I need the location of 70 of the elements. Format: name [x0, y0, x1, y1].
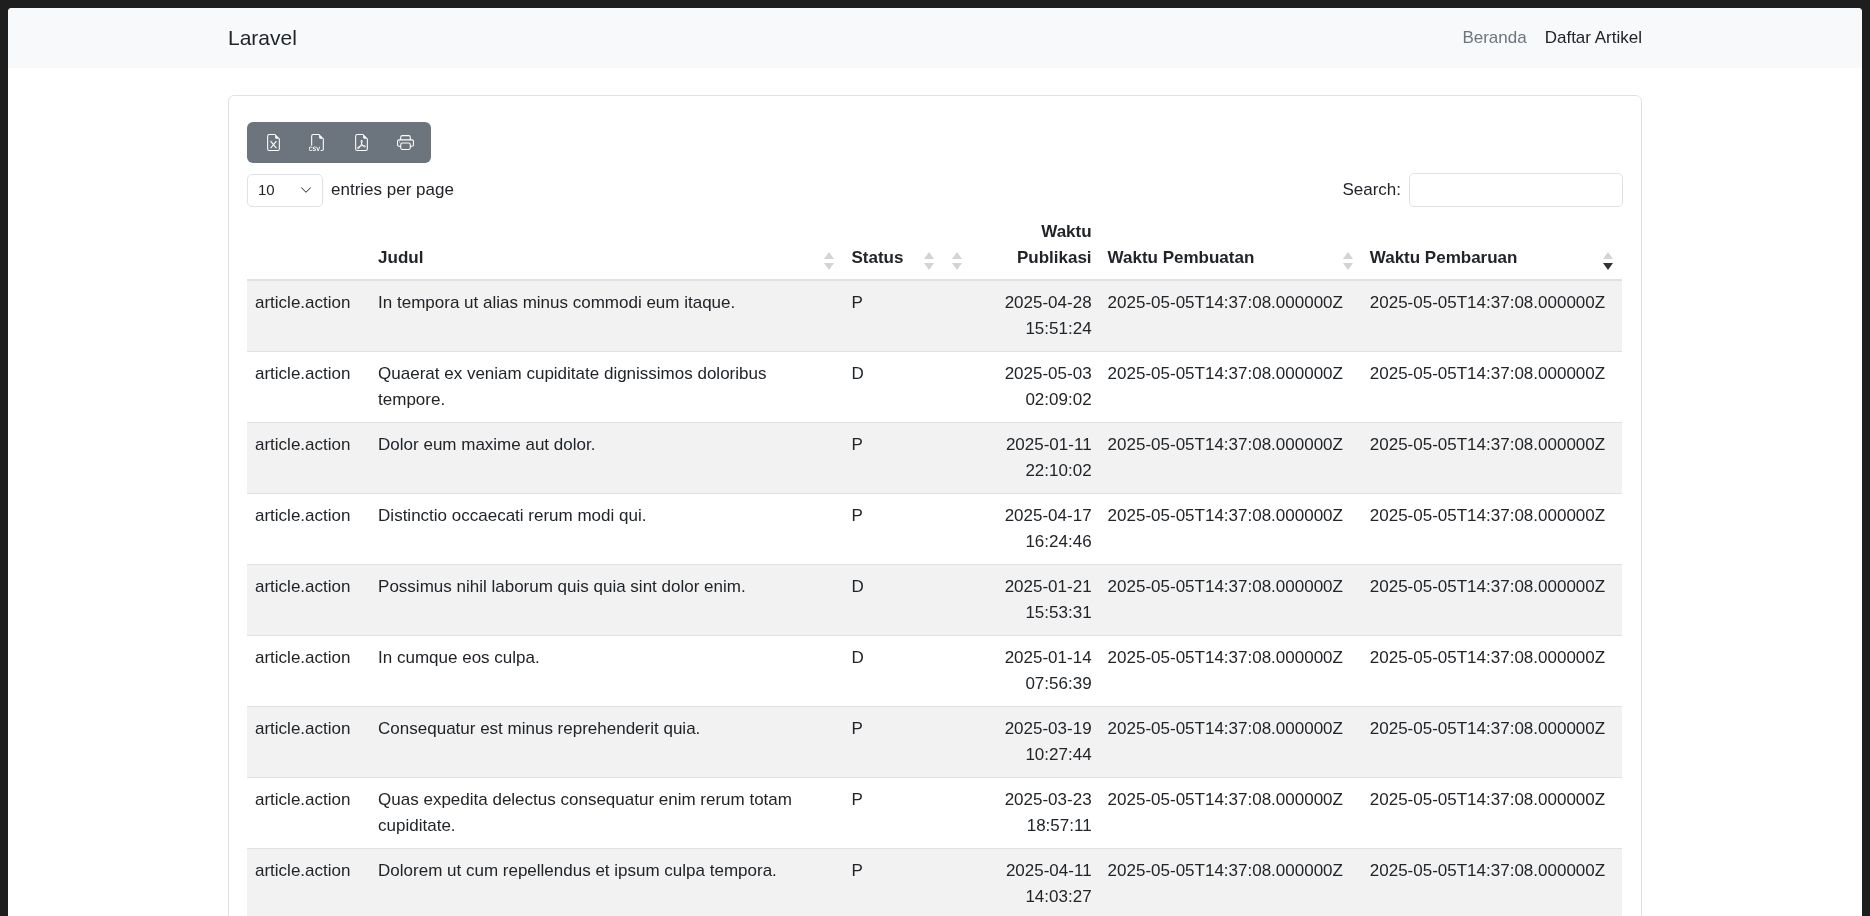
- table-cell: 2025-05-05T14:37:08.000000Z: [1107, 293, 1343, 312]
- page-length-label: entries per page: [331, 179, 454, 202]
- table-cell: 2025-05-05T14:37:08.000000Z: [1369, 861, 1606, 880]
- table-cell: P: [851, 435, 863, 454]
- table-cell: Quas expedita delectus consequatur enim rerum totam cupiditate.: [378, 790, 792, 835]
- table-cell: 2025-05-05T14:37:08.000000Z: [1107, 435, 1343, 454]
- search-field[interactable]: [1409, 173, 1623, 207]
- table-cell: 2025-01-14 07:56:39: [1004, 648, 1092, 693]
- table-cell: P: [851, 790, 863, 809]
- table-cell: D: [851, 364, 864, 383]
- table-cell: 2025-04-17 16:24:46: [1004, 506, 1092, 551]
- search-label: Search:: [1342, 179, 1401, 202]
- file-icon: [352, 134, 370, 151]
- table-cell: Dolor eum maxime aut dolor.: [378, 435, 596, 454]
- table-cell: P: [851, 861, 863, 880]
- table-cell: 2025-03-19 10:27:44: [1004, 719, 1092, 764]
- table-cell: 2025-05-05T14:37:08.000000Z: [1107, 790, 1343, 809]
- action-cell: article.action: [255, 790, 351, 809]
- column-header[interactable]: Waktu Pembuatan: [1107, 245, 1255, 271]
- table-cell: 2025-03-23 18:57:11: [1004, 790, 1092, 835]
- table-cell: 2025-05-05T14:37:08.000000Z: [1369, 648, 1606, 667]
- page-length-select[interactable]: 10: [247, 173, 323, 207]
- table-cell: In tempora ut alias minus commodi eum itaque.: [378, 293, 736, 312]
- table-cell: Quaerat ex veniam cupiditate dignissimos doloribus tempore.: [378, 364, 767, 409]
- table-cell: 2025-05-05T14:37:08.000000Z: [1107, 506, 1343, 525]
- table-cell: 2025-01-11 22:10:02: [1005, 435, 1092, 480]
- table-cell: 2025-04-28 15:51:24: [1004, 293, 1092, 338]
- action-cell: article.action: [255, 506, 351, 525]
- brand-title[interactable]: Laravel: [228, 22, 297, 54]
- table-cell: 2025-05-05T14:37:08.000000Z: [1107, 861, 1343, 880]
- table-cell: P: [851, 719, 863, 738]
- table-cell: Possimus nihil laborum quis quia sint dolor enim.: [378, 577, 746, 596]
- file-icon: [308, 134, 326, 151]
- nav-link[interactable]: Beranda: [1462, 25, 1527, 51]
- table-cell: 2025-05-05T14:37:08.000000Z: [1107, 364, 1343, 383]
- table-cell: 2025-05-05T14:37:08.000000Z: [1369, 577, 1606, 596]
- column-header[interactable]: Judul: [378, 245, 424, 271]
- table-cell: P: [851, 506, 863, 525]
- action-cell: article.action: [255, 648, 351, 667]
- table-cell: 2025-05-03 02:09:02: [1004, 364, 1092, 409]
- table-cell: 2025-04-11 14:03:27: [1005, 861, 1092, 906]
- table-cell: 2025-05-05T14:37:08.000000Z: [1369, 790, 1606, 809]
- column-header[interactable]: Waktu Publikasi: [967, 219, 1092, 271]
- table-cell: Distinctio occaecati rerum modi qui.: [378, 506, 647, 525]
- table-cell: D: [851, 577, 864, 596]
- column-header[interactable]: Waktu Pembaruan: [1369, 245, 1518, 271]
- table-cell: P: [851, 293, 863, 312]
- table-cell: In cumque eos culpa.: [378, 648, 540, 667]
- table-cell: Dolorem ut cum repellendus et ipsum culpa tempora.: [378, 861, 777, 880]
- table-cell: 2025-05-05T14:37:08.000000Z: [1107, 577, 1343, 596]
- action-cell: article.action: [255, 435, 351, 454]
- table-cell: 2025-05-05T14:37:08.000000Z: [1107, 648, 1343, 667]
- printer-icon: [396, 134, 414, 151]
- file-icon: [264, 134, 282, 151]
- column-header[interactable]: Status: [851, 245, 904, 271]
- table-cell: 2025-05-05T14:37:08.000000Z: [1369, 719, 1606, 738]
- table-cell: D: [851, 648, 864, 667]
- table-cell: 2025-05-05T14:37:08.000000Z: [1369, 506, 1606, 525]
- table-cell: 2025-05-05T14:37:08.000000Z: [1369, 293, 1606, 312]
- action-cell: article.action: [255, 577, 351, 596]
- action-cell: article.action: [255, 364, 351, 383]
- action-cell: article.action: [255, 719, 351, 738]
- table-cell: 2025-05-05T14:37:08.000000Z: [1369, 435, 1606, 454]
- action-cell: article.action: [255, 293, 351, 312]
- nav-link[interactable]: Daftar Artikel: [1544, 25, 1642, 51]
- table-cell: 2025-05-05T14:37:08.000000Z: [1369, 364, 1606, 383]
- action-cell: article.action: [255, 861, 351, 880]
- table-cell: 2025-05-05T14:37:08.000000Z: [1107, 719, 1343, 738]
- table-cell: 2025-01-21 15:53:31: [1004, 577, 1092, 622]
- table-cell: Consequatur est minus reprehenderit quia.: [378, 719, 701, 738]
